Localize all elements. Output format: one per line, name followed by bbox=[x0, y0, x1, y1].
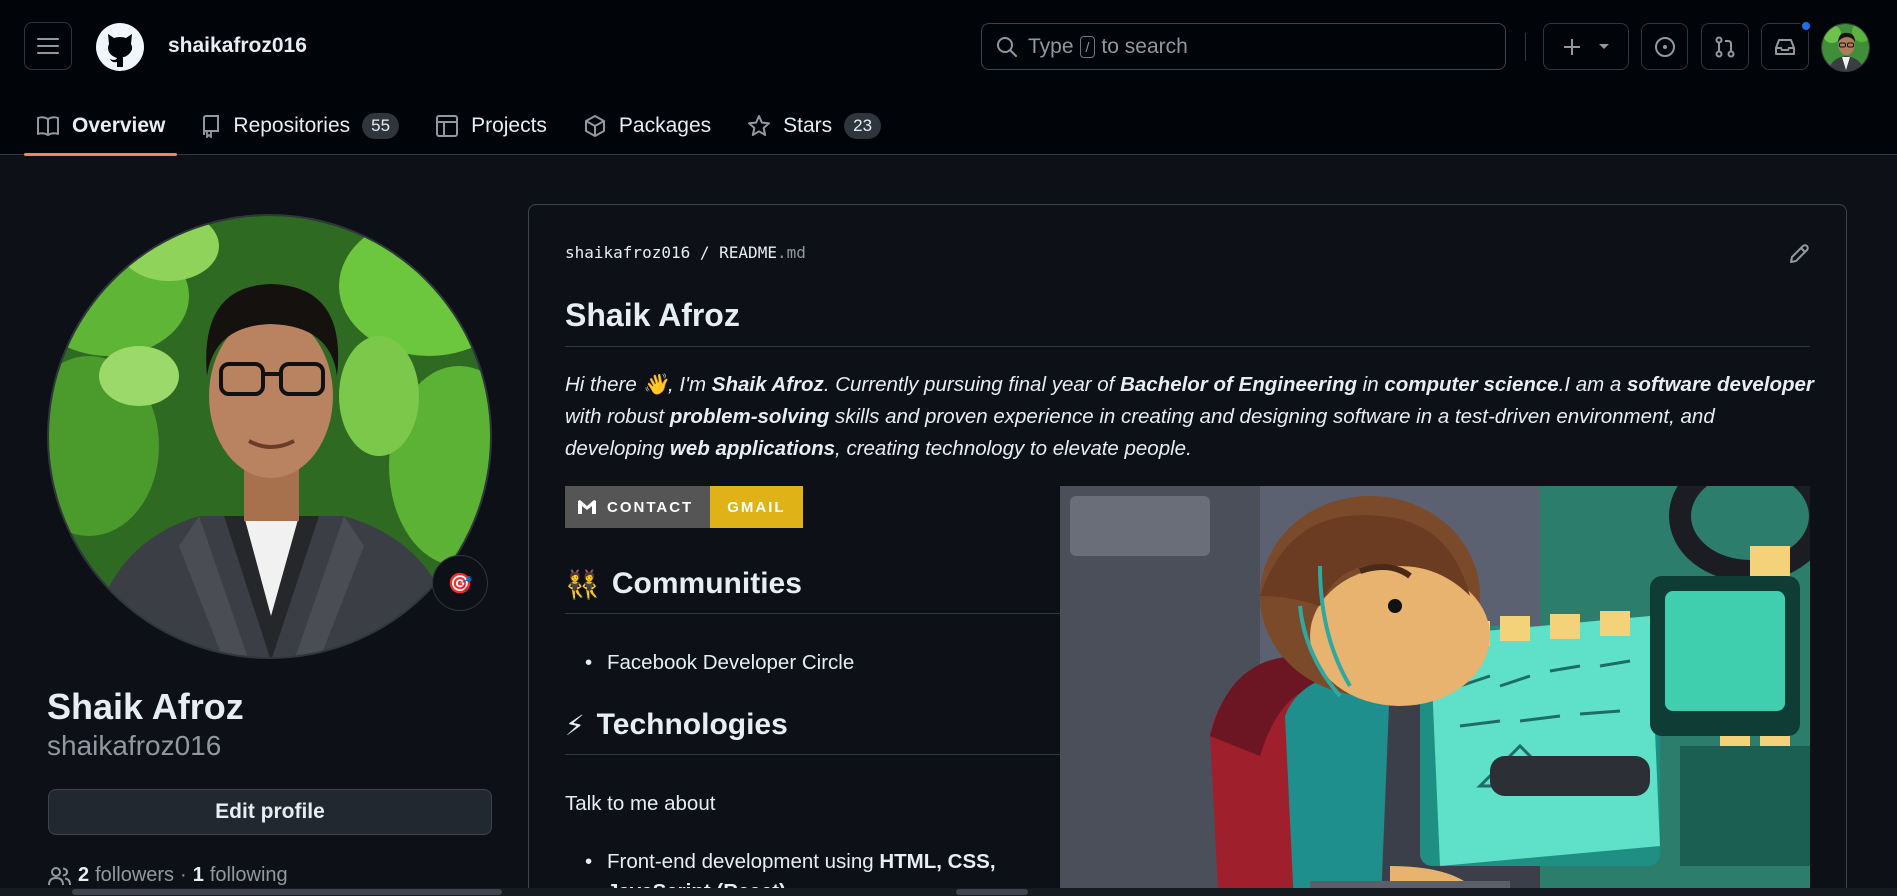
profile-full-name: Shaik Afroz bbox=[47, 686, 244, 727]
intro-text-4: in bbox=[1356, 373, 1385, 396]
tab-projects[interactable]: Projects bbox=[423, 96, 559, 155]
pull-requests-button[interactable] bbox=[1701, 23, 1749, 70]
talk-to-me-text: Talk to me about bbox=[565, 792, 716, 815]
readme-card: shaikafroz016 / README.md Shaik Afroz Hi… bbox=[528, 204, 1847, 896]
readme-path-file[interactable]: README bbox=[719, 243, 777, 262]
notification-indicator bbox=[1800, 20, 1812, 32]
hamburger-icon bbox=[37, 38, 59, 54]
tab-packages-label: Packages bbox=[618, 113, 712, 137]
status-badge[interactable]: 🎯 bbox=[432, 555, 488, 611]
intro-bold-webapps: web applications bbox=[669, 437, 836, 460]
intro-bold-field: computer science bbox=[1384, 373, 1559, 396]
intro-bold-role: software developer bbox=[1627, 373, 1814, 396]
technologies-emoji: ⚡ bbox=[565, 709, 585, 741]
intro-text-3: . Currently pursuing final year of bbox=[823, 373, 1121, 396]
frontend-text: Front-end development using bbox=[607, 850, 880, 873]
search-slash-key: / bbox=[1079, 35, 1096, 58]
tab-stars-label: Stars bbox=[783, 113, 833, 137]
intro-text-1: Hi there bbox=[565, 373, 643, 396]
intro-bold-degree: Bachelor of Engineering bbox=[1120, 373, 1357, 396]
list-item: Facebook Developer Circle bbox=[585, 651, 854, 675]
user-avatar[interactable] bbox=[1821, 23, 1870, 72]
followers-label[interactable]: followers bbox=[95, 864, 174, 887]
profile-login: shaikafroz016 bbox=[47, 730, 222, 761]
contact-gmail-badge[interactable]: CONTACT GMAIL bbox=[565, 486, 803, 528]
intro-text-8: , creating technology to elevate people. bbox=[835, 437, 1192, 460]
people-icon bbox=[48, 866, 71, 885]
following-count[interactable]: 1 bbox=[193, 864, 204, 887]
tab-repositories-label: Repositories bbox=[233, 113, 351, 137]
tab-repositories[interactable]: Repositories 55 bbox=[189, 96, 411, 155]
github-logo-icon[interactable] bbox=[95, 22, 145, 72]
tab-projects-label: Projects bbox=[471, 113, 547, 137]
readme-title: Shaik Afroz bbox=[565, 297, 1810, 347]
search-placeholder: Type / to search bbox=[1028, 35, 1188, 59]
edit-readme-button[interactable] bbox=[1788, 243, 1810, 270]
global-header: shaikafroz016 Type / to search Overview … bbox=[0, 0, 1897, 156]
repositories-count: 55 bbox=[362, 112, 400, 139]
git-pull-request-icon bbox=[1715, 36, 1735, 57]
communities-heading-text: Communities bbox=[611, 567, 802, 600]
header-divider bbox=[1525, 33, 1526, 61]
frontend-bold: HTML, CSS, bbox=[879, 850, 996, 873]
tab-overview[interactable]: Overview bbox=[24, 96, 178, 156]
badge-left-label: CONTACT bbox=[607, 498, 694, 516]
intro-text-5: .I am a bbox=[1558, 373, 1628, 396]
follow-stats: 2 followers · 1 following bbox=[48, 864, 288, 887]
tab-stars[interactable]: Stars 23 bbox=[735, 96, 893, 155]
scrollbar-thumb-secondary[interactable] bbox=[956, 889, 1028, 895]
package-icon bbox=[584, 114, 605, 137]
search-suffix: to search bbox=[1101, 34, 1188, 58]
intro-text-2: , I'm bbox=[668, 373, 712, 396]
repo-icon bbox=[203, 114, 220, 138]
readme-path: shaikafroz016 / README.md bbox=[565, 243, 806, 262]
scrollbar-thumb[interactable] bbox=[72, 889, 502, 895]
search-input[interactable]: Type / to search bbox=[981, 23, 1506, 70]
search-prefix: Type bbox=[1028, 34, 1074, 58]
intro-text-6: with robust bbox=[565, 405, 670, 428]
wave-emoji: 👋 bbox=[642, 373, 669, 396]
profile-avatar[interactable] bbox=[47, 214, 492, 659]
menu-button[interactable] bbox=[24, 22, 72, 70]
follow-separator: · bbox=[180, 864, 187, 886]
coding-illustration bbox=[1060, 486, 1810, 896]
readme-path-separator: / bbox=[699, 243, 710, 262]
readme-path-ext[interactable]: .md bbox=[777, 243, 806, 262]
badge-right-label: GMAIL bbox=[727, 498, 786, 516]
following-label[interactable]: following bbox=[210, 864, 288, 887]
readme-intro: Hi there 👋, I'm Shaik Afroz. Currently p… bbox=[565, 369, 1815, 465]
plus-icon bbox=[1564, 38, 1580, 55]
tab-overview-label: Overview bbox=[72, 113, 166, 137]
header-username[interactable]: shaikafroz016 bbox=[168, 34, 307, 58]
intro-bold-name: Shaik Afroz bbox=[711, 373, 824, 396]
issue-opened-icon bbox=[1654, 36, 1675, 57]
communities-heading: 👯 Communities bbox=[565, 567, 1060, 614]
followers-count[interactable]: 2 bbox=[78, 864, 89, 887]
search-icon bbox=[997, 36, 1017, 57]
badge-left: CONTACT bbox=[565, 486, 711, 528]
readme-path-owner[interactable]: shaikafroz016 bbox=[565, 243, 690, 262]
pencil-icon bbox=[1790, 244, 1809, 263]
technologies-heading-text: Technologies bbox=[596, 708, 788, 741]
badge-right: GMAIL bbox=[710, 486, 803, 528]
book-icon bbox=[37, 115, 59, 136]
inbox-icon bbox=[1775, 38, 1795, 55]
technologies-heading: ⚡ Technologies bbox=[565, 708, 1060, 755]
create-new-button[interactable] bbox=[1543, 23, 1629, 70]
tab-packages[interactable]: Packages bbox=[571, 96, 723, 155]
communities-emoji: 👯 bbox=[565, 568, 600, 600]
triangle-down-icon bbox=[1599, 43, 1609, 49]
top-bar: shaikafroz016 Type / to search bbox=[0, 0, 1897, 96]
stars-count: 23 bbox=[844, 112, 882, 139]
status-emoji: 🎯 bbox=[447, 572, 473, 595]
edit-profile-button[interactable]: Edit profile bbox=[48, 789, 492, 835]
intro-bold-skill: problem-solving bbox=[669, 405, 830, 428]
profile-tabs: Overview Repositories 55 Projects Packag… bbox=[24, 96, 905, 156]
issues-button[interactable] bbox=[1641, 23, 1688, 70]
gmail-icon bbox=[578, 500, 596, 514]
star-icon bbox=[748, 114, 771, 136]
table-icon bbox=[436, 114, 459, 137]
